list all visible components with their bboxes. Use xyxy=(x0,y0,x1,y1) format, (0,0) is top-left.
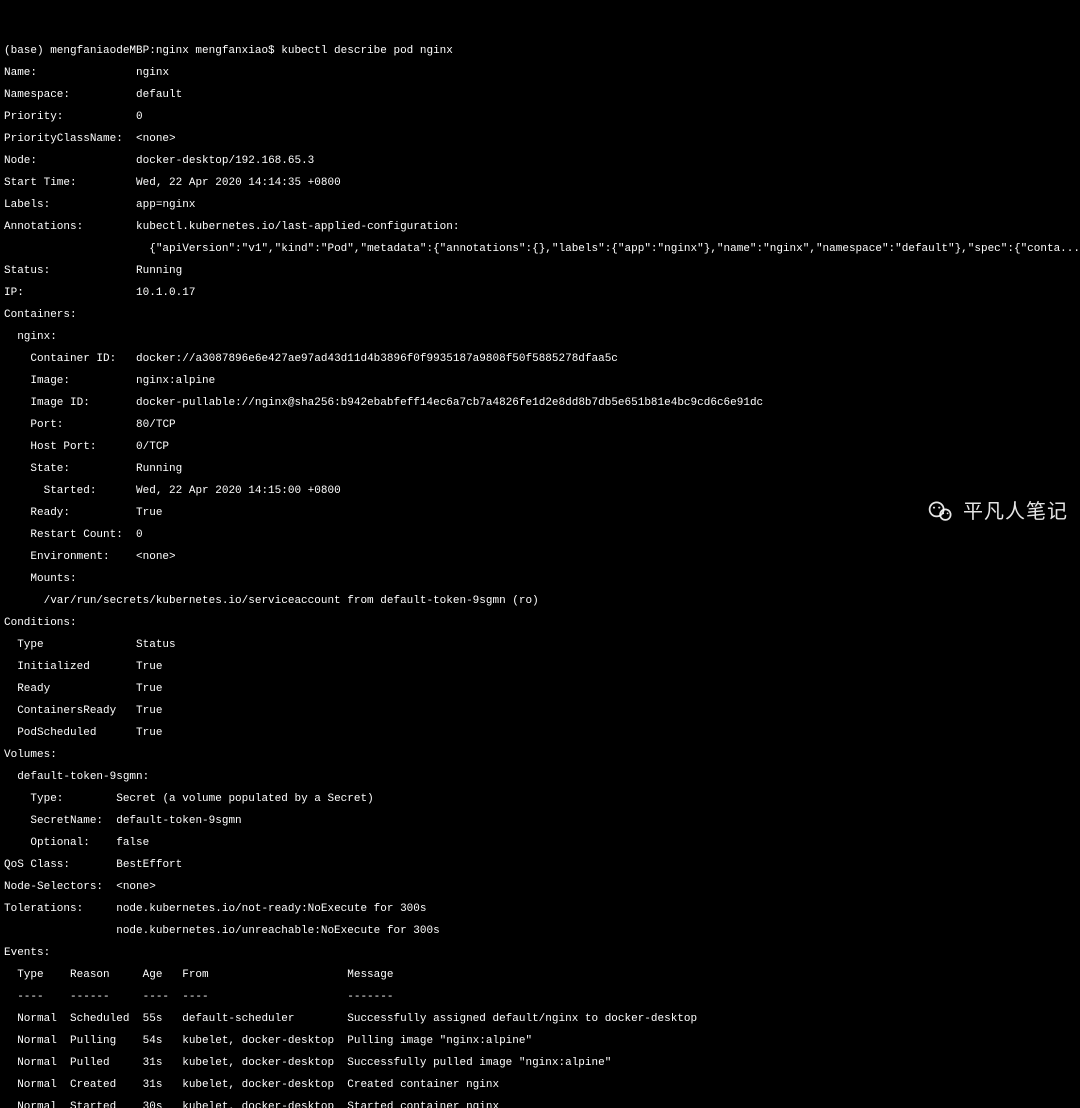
events-header: Events: xyxy=(4,948,1076,959)
field-ip: IP: 10.1.0.17 xyxy=(4,288,1076,299)
field-node: Node: docker-desktop/192.168.65.3 xyxy=(4,156,1076,167)
events-separator: ---- ------ ---- ---- ------- xyxy=(4,992,1076,1003)
volume-optional: Optional: false xyxy=(4,838,1076,849)
field-priority: Priority: 0 xyxy=(4,112,1076,123)
field-start-time: Start Time: Wed, 22 Apr 2020 14:14:35 +0… xyxy=(4,178,1076,189)
container-mounts-value: /var/run/secrets/kubernetes.io/serviceac… xyxy=(4,596,1076,607)
container-port: Port: 80/TCP xyxy=(4,420,1076,431)
qos-class: QoS Class: BestEffort xyxy=(4,860,1076,871)
volumes-header: Volumes: xyxy=(4,750,1076,761)
conditions-header: Conditions: xyxy=(4,618,1076,629)
field-annotations-2: {"apiVersion":"v1","kind":"Pod","metadat… xyxy=(4,244,1076,255)
container-id: Container ID: docker://a3087896e6e427ae9… xyxy=(4,354,1076,365)
field-priority-class: PriorityClassName: <none> xyxy=(4,134,1076,145)
event-row: Normal Scheduled 55s default-scheduler S… xyxy=(4,1014,1076,1025)
container-ready: Ready: True xyxy=(4,508,1076,519)
condition-pod-scheduled: PodScheduled True xyxy=(4,728,1076,739)
node-selectors: Node-Selectors: <none> xyxy=(4,882,1076,893)
field-labels: Labels: app=nginx xyxy=(4,200,1076,211)
wechat-icon xyxy=(927,498,955,526)
container-image: Image: nginx:alpine xyxy=(4,376,1076,387)
container-image-id: Image ID: docker-pullable://nginx@sha256… xyxy=(4,398,1076,409)
container-mounts: Mounts: xyxy=(4,574,1076,585)
field-status: Status: Running xyxy=(4,266,1076,277)
event-row: Normal Started 30s kubelet, docker-deskt… xyxy=(4,1102,1076,1108)
tolerations-1: Tolerations: node.kubernetes.io/not-read… xyxy=(4,904,1076,915)
tolerations-2: node.kubernetes.io/unreachable:NoExecute… xyxy=(4,926,1076,937)
container-restart-count: Restart Count: 0 xyxy=(4,530,1076,541)
container-name: nginx: xyxy=(4,332,1076,343)
container-state: State: Running xyxy=(4,464,1076,475)
containers-header: Containers: xyxy=(4,310,1076,321)
condition-initialized: Initialized True xyxy=(4,662,1076,673)
conditions-type-header: Type Status xyxy=(4,640,1076,651)
event-row: Normal Pulled 31s kubelet, docker-deskto… xyxy=(4,1058,1076,1069)
volume-secret-name: SecretName: default-token-9sgmn xyxy=(4,816,1076,827)
field-name: Name: nginx xyxy=(4,68,1076,79)
watermark-text: 平凡人笔记 xyxy=(963,502,1068,522)
prompt-line: (base) mengfaniaodeMBP:nginx mengfanxiao… xyxy=(4,46,1076,57)
watermark: 平凡人笔记 xyxy=(927,498,1068,526)
condition-containers-ready: ContainersReady True xyxy=(4,706,1076,717)
field-namespace: Namespace: default xyxy=(4,90,1076,101)
events-columns: Type Reason Age From Message xyxy=(4,970,1076,981)
event-row: Normal Created 31s kubelet, docker-deskt… xyxy=(4,1080,1076,1091)
volume-name: default-token-9sgmn: xyxy=(4,772,1076,783)
volume-type: Type: Secret (a volume populated by a Se… xyxy=(4,794,1076,805)
field-annotations-1: Annotations: kubectl.kubernetes.io/last-… xyxy=(4,222,1076,233)
condition-ready: Ready True xyxy=(4,684,1076,695)
container-host-port: Host Port: 0/TCP xyxy=(4,442,1076,453)
container-started: Started: Wed, 22 Apr 2020 14:15:00 +0800 xyxy=(4,486,1076,497)
event-row: Normal Pulling 54s kubelet, docker-deskt… xyxy=(4,1036,1076,1047)
